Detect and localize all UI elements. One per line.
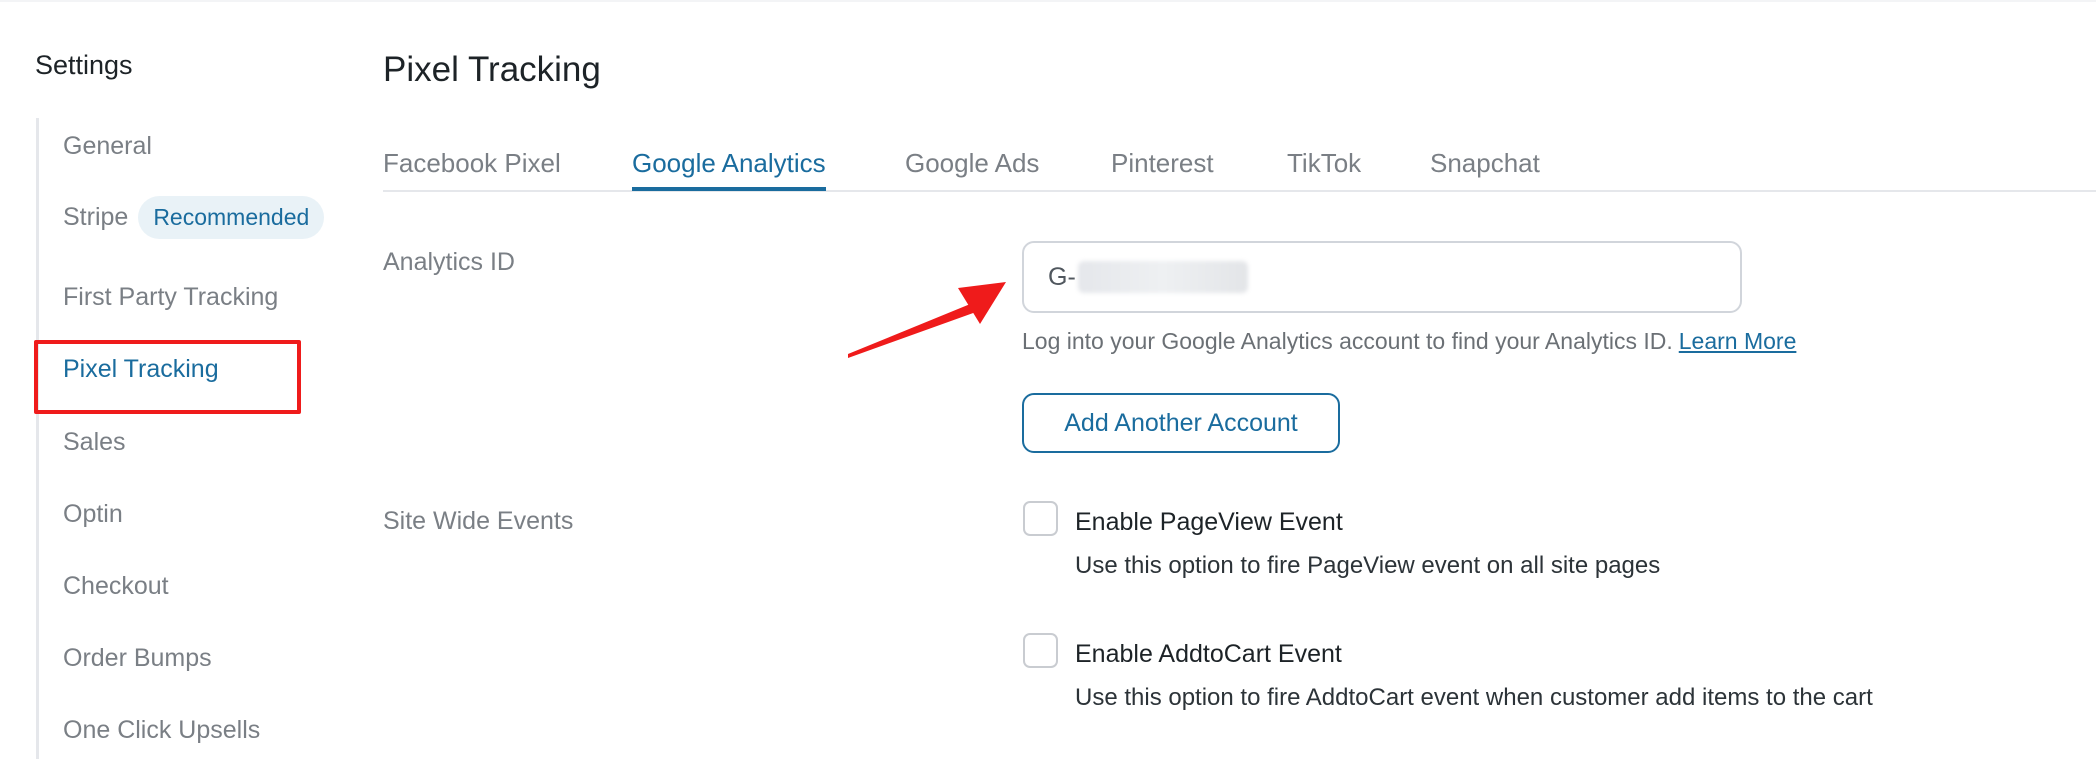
site-wide-events-label: Site Wide Events	[383, 507, 574, 535]
sidebar-item-label: Order Bumps	[63, 644, 212, 672]
learn-more-link[interactable]: Learn More	[1679, 328, 1797, 354]
tab-google-analytics[interactable]: Google Analytics	[632, 148, 826, 191]
red-arrow-annotation	[848, 282, 1006, 358]
sidebar-item-pixel-tracking[interactable]: Pixel Tracking	[63, 355, 219, 384]
addtocart-event-checkbox[interactable]	[1023, 633, 1058, 668]
sidebar-item-one-click-upsells[interactable]: One Click Upsells	[63, 716, 260, 745]
analytics-id-value: G-	[1048, 262, 1076, 291]
settings-page: Settings General Stripe Recommended Firs…	[0, 0, 2096, 759]
sidebar-item-label: Sales	[63, 428, 126, 456]
addtocart-event-title: Enable AddtoCart Event	[1075, 640, 1342, 668]
recommended-badge: Recommended	[138, 196, 325, 239]
sidebar-item-label: Checkout	[63, 572, 169, 600]
sidebar-item-checkout[interactable]: Checkout	[63, 572, 169, 601]
sidebar-item-label: General	[63, 132, 152, 160]
analytics-id-label: Analytics ID	[383, 248, 515, 276]
sidebar-item-stripe[interactable]: Stripe Recommended	[63, 196, 325, 239]
pageview-event-title: Enable PageView Event	[1075, 508, 1343, 536]
sidebar-item-order-bumps[interactable]: Order Bumps	[63, 644, 212, 673]
pixel-tabs: Facebook Pixel Google Analytics Google A…	[383, 140, 2096, 192]
help-text: Log into your Google Analytics account t…	[1022, 328, 1673, 354]
sidebar-title: Settings	[35, 50, 133, 80]
sidebar-item-label: First Party Tracking	[63, 283, 279, 311]
top-divider	[0, 0, 2096, 2]
pageview-event-checkbox[interactable]	[1023, 501, 1058, 536]
sidebar-item-label: Optin	[63, 500, 123, 528]
tab-pinterest[interactable]: Pinterest	[1111, 148, 1214, 191]
sidebar-rail	[36, 118, 39, 759]
sidebar-item-first-party-tracking[interactable]: First Party Tracking	[63, 283, 278, 312]
analytics-id-input[interactable]: G-	[1022, 241, 1742, 313]
add-another-account-button[interactable]: Add Another Account	[1022, 393, 1340, 453]
sidebar-item-sales[interactable]: Sales	[63, 428, 126, 457]
tab-tiktok[interactable]: TikTok	[1287, 148, 1361, 191]
sidebar-item-general[interactable]: General	[63, 132, 152, 161]
addtocart-event-description: Use this option to fire AddtoCart event …	[1075, 684, 1873, 711]
redacted-value-blur	[1077, 261, 1248, 293]
sidebar-item-label: One Click Upsells	[63, 716, 261, 744]
sidebar-item-optin[interactable]: Optin	[63, 500, 123, 529]
pageview-event-description: Use this option to fire PageView event o…	[1075, 552, 1661, 579]
sidebar-item-label: Stripe	[63, 203, 129, 231]
tab-snapchat[interactable]: Snapchat	[1430, 148, 1540, 191]
tab-facebook-pixel[interactable]: Facebook Pixel	[383, 148, 561, 191]
tab-google-ads[interactable]: Google Ads	[905, 148, 1039, 191]
analytics-help-text: Log into your Google Analytics account t…	[1022, 328, 1796, 355]
page-title: Pixel Tracking	[383, 50, 601, 89]
sidebar-item-label: Pixel Tracking	[63, 355, 219, 383]
